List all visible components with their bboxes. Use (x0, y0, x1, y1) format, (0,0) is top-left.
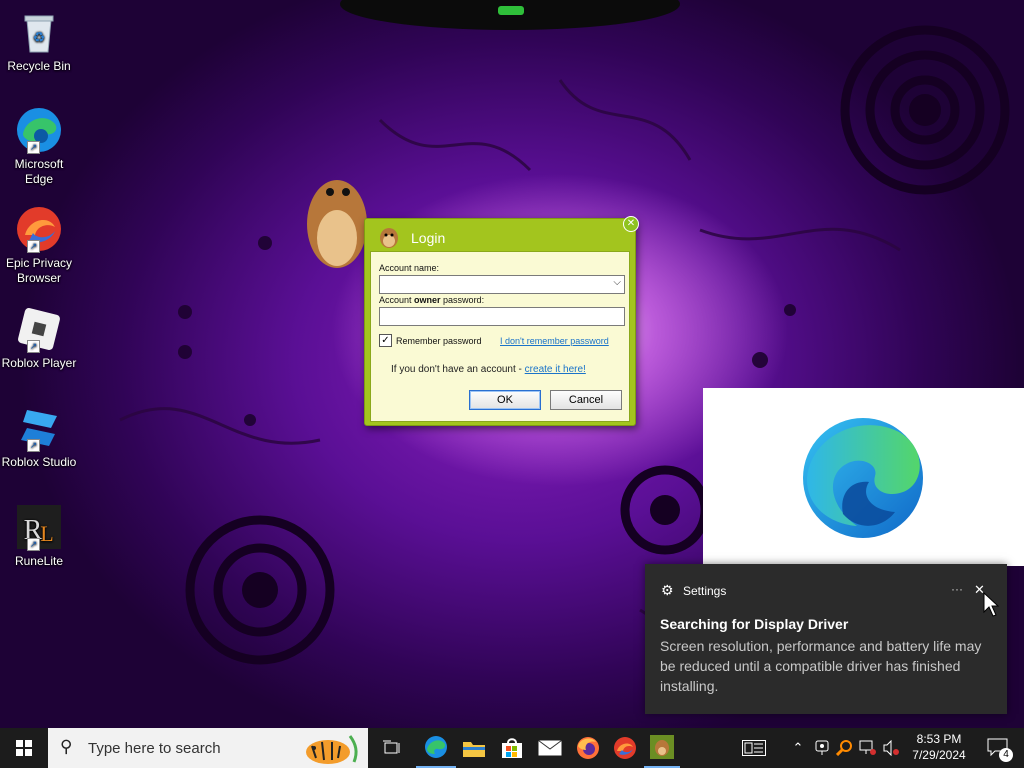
login-dialog: Login ✕ Account name: ⌵ Account owner pa… (364, 216, 639, 426)
account-name-value (380, 281, 383, 292)
network-icon (859, 740, 876, 755)
taskbar-news-widget[interactable] (736, 728, 772, 768)
task-view-icon (383, 740, 400, 754)
desktop-icon-label: Microsoft Edge (14, 157, 64, 186)
taskbar-firefox[interactable] (570, 728, 606, 768)
owner-password-field[interactable] (379, 307, 625, 326)
edge-icon (425, 736, 447, 758)
desktop-icon-label: Roblox Player (1, 356, 77, 370)
desktop-icon-runelite[interactable]: RL ↗ RuneLite (0, 503, 78, 569)
action-center-button[interactable]: 4 (980, 728, 1016, 768)
owner-password-label: Account owner password: (379, 295, 485, 305)
magnifier-icon (836, 740, 852, 756)
runelite-icon: RL ↗ (15, 503, 63, 551)
roblox-studio-icon: ↗ (15, 404, 63, 452)
desktop-icon-edge[interactable]: ↗ Microsoft Edge (0, 106, 78, 187)
clock-time: 8:53 PM (916, 732, 962, 746)
taskbar-search-box[interactable]: ⚲ Type here to search (48, 728, 368, 768)
toast-notification[interactable]: ⚙ Settings ··· ✕ Searching for Display D… (645, 564, 1007, 714)
taskbar-file-explorer[interactable] (456, 728, 492, 768)
login-close-button[interactable]: ✕ (623, 216, 639, 232)
toast-body: Screen resolution, performance and batte… (660, 638, 982, 694)
desktop-icon-label: RuneLite (14, 554, 64, 568)
news-icon (742, 740, 766, 756)
gear-icon: ⚙ (661, 582, 674, 598)
create-account-link[interactable]: create it here! (525, 364, 586, 375)
clock-date: 7/29/2024 (912, 748, 966, 762)
taskbar-epic-browser[interactable] (607, 728, 643, 768)
hamster-game-icon (650, 735, 674, 759)
folder-icon (463, 742, 485, 757)
remember-password-label: Remember password (396, 336, 482, 346)
no-account-text: If you don't have an account - create it… (391, 364, 586, 375)
webcam-icon (815, 740, 829, 755)
mouse-cursor (983, 592, 999, 617)
show-hidden-icons-button[interactable]: ⌃ (788, 728, 808, 768)
roblox-player-icon: ↗ (15, 305, 63, 353)
firefox-icon (577, 737, 599, 759)
chevron-up-icon: ⌃ (792, 740, 804, 755)
tray-search-app[interactable] (834, 728, 854, 768)
search-icon: ⚲ (60, 737, 73, 756)
tray-network[interactable] (858, 728, 878, 768)
desktop-icon-recycle-bin[interactable]: ♻ Recycle Bin (0, 8, 78, 74)
login-title: Login (411, 230, 446, 246)
tray-webcam[interactable] (812, 728, 832, 768)
taskbar-edge[interactable] (416, 728, 456, 768)
edge-icon: ↗ (15, 106, 63, 154)
svg-text:♻: ♻ (33, 29, 46, 45)
start-button[interactable] (0, 728, 48, 768)
mail-icon (538, 740, 562, 756)
desktop-icon-epic-privacy-browser[interactable]: ↗ Epic Privacy Browser (0, 205, 78, 286)
edge-logo-icon (803, 418, 923, 538)
taskbar-game[interactable] (644, 728, 680, 768)
toast-title: Searching for Display Driver (660, 616, 849, 632)
notification-count-badge: 4 (999, 748, 1013, 762)
remember-password-checkbox[interactable]: ✓ (379, 334, 392, 347)
tray-clock[interactable]: 8:53 PM 7/29/2024 (906, 731, 972, 763)
recycle-bin-icon: ♻ (15, 8, 63, 56)
login-body: Account name: ⌵ Account owner password: … (370, 251, 630, 422)
windows-logo-icon (16, 740, 32, 756)
ok-button[interactable]: OK (469, 390, 541, 410)
taskbar-store[interactable] (494, 728, 530, 768)
cancel-button[interactable]: Cancel (550, 390, 622, 410)
taskbar: ⚲ Type here to search ⌃ 8:53 PM 7/29/202… (0, 728, 1024, 768)
more-options-icon[interactable]: ··· (951, 582, 963, 596)
account-name-label: Account name: (379, 263, 440, 273)
desktop-background: ♻ Recycle Bin ↗ Microsoft Edge ↗ Epic Pr… (0, 0, 1024, 728)
tray-volume[interactable] (880, 728, 902, 768)
edge-splash-window[interactable] (703, 388, 1024, 566)
store-icon (502, 738, 522, 758)
desktop-icon-label: Epic Privacy Browser (5, 256, 73, 285)
epic-browser-icon: ↗ (15, 205, 63, 253)
forgot-password-link[interactable]: I don't remember password (500, 336, 609, 346)
epic-browser-icon (614, 737, 636, 759)
search-placeholder: Type here to search (88, 740, 221, 757)
account-name-combobox[interactable]: ⌵ (379, 275, 625, 294)
chevron-down-icon[interactable]: ⌵ (613, 277, 621, 288)
desktop-icon-roblox-player[interactable]: ↗ Roblox Player (0, 305, 78, 371)
task-view-button[interactable] (372, 728, 412, 768)
desktop-icon-roblox-studio[interactable]: ↗ Roblox Studio (0, 404, 78, 470)
taskbar-mail[interactable] (532, 728, 568, 768)
desktop-icon-label: Roblox Studio (1, 455, 77, 469)
volume-muted-icon (883, 740, 899, 756)
login-app-icon (377, 225, 401, 249)
desktop-icon-label: Recycle Bin (7, 59, 71, 73)
toast-app-name: Settings (683, 584, 727, 598)
svg-text:L: L (40, 521, 53, 546)
search-highlight-tiger-icon (306, 735, 358, 764)
